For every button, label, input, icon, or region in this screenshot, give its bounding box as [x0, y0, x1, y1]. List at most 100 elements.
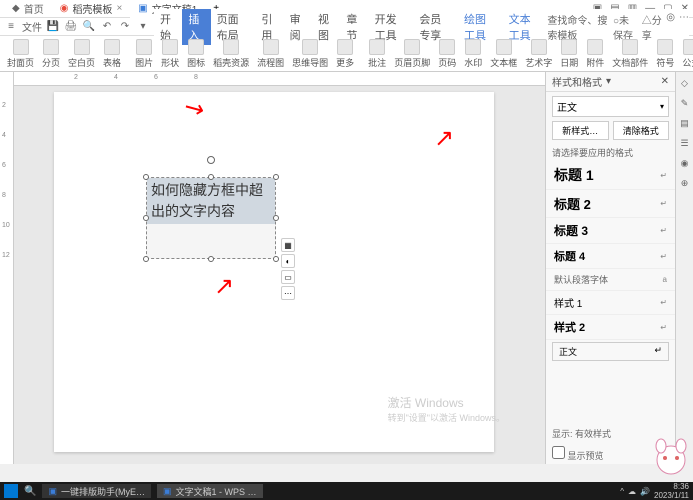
ribbon-cover-label: 封面页	[7, 56, 34, 69]
qat-dropdown[interactable]: ▾	[136, 20, 150, 34]
ribbon-flowchart[interactable]: 流程图	[254, 39, 287, 69]
panel-title: 样式和格式	[552, 74, 602, 89]
ribbon-comment[interactable]: 批注	[365, 39, 389, 69]
side-tab-3[interactable]: ▤	[678, 116, 692, 130]
ribbon-wordart[interactable]: 艺术字	[522, 39, 555, 69]
refresh-icon[interactable]: ↵	[660, 252, 667, 261]
ribbon-docer[interactable]: 稻壳资源	[210, 39, 252, 69]
preview-checkbox[interactable]	[552, 446, 565, 459]
ribbon-pagebreak[interactable]: 分页	[39, 39, 63, 69]
ribbon-textbox[interactable]: 文本框	[487, 39, 520, 69]
task-app2[interactable]: ▣文字文稿1 - WPS …	[157, 484, 263, 498]
side-tab-6[interactable]: ⊕	[678, 176, 692, 190]
tab-home[interactable]: ◆首页	[4, 0, 52, 18]
tab-template[interactable]: ◉稻壳模板×	[52, 0, 131, 18]
side-tab-2[interactable]: ✎	[678, 96, 692, 110]
ribbon-header-label: 页眉页脚	[394, 56, 430, 69]
side-tab-5[interactable]: ◉	[678, 156, 692, 170]
float-tool-outline[interactable]: ▭	[281, 270, 295, 284]
undo-icon[interactable]: ↶	[100, 20, 114, 34]
document-page[interactable]: 如何隐藏方框中超 出的文字内容 ▦ ◐ ▭ ⋯	[54, 92, 494, 452]
ribbon-date[interactable]: 日期	[557, 39, 581, 69]
ribbon-date-label: 日期	[560, 56, 578, 69]
unsaved-indicator[interactable]: ○未保存	[613, 12, 638, 42]
ribbon-mindmap[interactable]: 思维导图	[289, 39, 331, 69]
resize-handle-bm[interactable]	[208, 256, 214, 262]
style-normal-label: 正文	[559, 345, 577, 358]
clear-style-button[interactable]: 清除格式	[613, 121, 670, 140]
refresh-icon[interactable]: ↵	[654, 345, 662, 358]
style-item-s1[interactable]: 样式 1↵	[546, 291, 675, 315]
print-icon[interactable]: 🖨	[64, 20, 78, 34]
ribbon-icons[interactable]: 图标	[184, 39, 208, 69]
tray-icon[interactable]: ☁	[628, 487, 636, 496]
ribbon-watermark[interactable]: 水印	[461, 39, 485, 69]
more-icon[interactable]: ⋯	[679, 12, 689, 42]
resize-handle-tl[interactable]	[143, 174, 149, 180]
close-icon[interactable]: ×	[116, 3, 122, 14]
menu-button[interactable]: ≡	[4, 20, 18, 34]
style-item-h2[interactable]: 标题 2↵	[546, 190, 675, 218]
ribbon-more[interactable]: 更多	[333, 39, 357, 69]
search-hint[interactable]: 查找命令、搜索模板	[547, 12, 609, 42]
ribbon-table[interactable]: 表格	[100, 39, 124, 69]
refresh-icon[interactable]: ↵	[660, 226, 667, 235]
resize-handle-tr[interactable]	[273, 174, 279, 180]
ribbon-shape[interactable]: 形状	[158, 39, 182, 69]
style-item-s2[interactable]: 样式 2↵	[546, 315, 675, 340]
style-normal-row[interactable]: 正文 ↵	[552, 342, 669, 361]
resize-handle-br[interactable]	[273, 256, 279, 262]
ribbon-blank[interactable]: 空白页	[65, 39, 98, 69]
task-app1[interactable]: ▣一键排版助手(MyE…	[42, 484, 151, 498]
panel-close-icon[interactable]: ✕	[661, 76, 669, 87]
ribbon-attach[interactable]: 附件	[583, 39, 607, 69]
resize-handle-tm[interactable]	[208, 174, 214, 180]
ribbon-symbol[interactable]: 符号	[653, 39, 677, 69]
search-icon[interactable]: 🔍	[24, 486, 36, 497]
float-tool-fill[interactable]: ◐	[281, 254, 295, 268]
clock-date[interactable]: 2023/1/11	[654, 491, 689, 500]
float-tool-layout[interactable]: ▦	[281, 238, 295, 252]
style-item-h4[interactable]: 标题 4↵	[546, 244, 675, 269]
resize-handle-mr[interactable]	[273, 215, 279, 221]
side-tab-1[interactable]: ◇	[678, 76, 692, 90]
refresh-icon[interactable]: ↵	[660, 199, 667, 208]
textbox-content[interactable]: 如何隐藏方框中超 出的文字内容	[147, 178, 275, 224]
ribbon-image[interactable]: 图片	[132, 39, 156, 69]
ribbon-pagenum[interactable]: 页码	[435, 39, 459, 69]
ribbon-header[interactable]: 页眉页脚	[391, 39, 433, 69]
side-tab-4[interactable]: ☰	[678, 136, 692, 150]
resize-handle-bl[interactable]	[143, 256, 149, 262]
ribbon-cover[interactable]: 封面页	[4, 39, 37, 69]
style-item-h1[interactable]: 标题 1↵	[546, 161, 675, 190]
settings-icon[interactable]: ◎	[666, 12, 675, 42]
share-button[interactable]: △分享	[642, 12, 663, 42]
textbox[interactable]: 如何隐藏方框中超 出的文字内容 ▦ ◐ ▭ ⋯	[146, 177, 276, 259]
redo-icon[interactable]: ↷	[118, 20, 132, 34]
new-style-button[interactable]: 新样式…	[552, 121, 609, 140]
refresh-icon[interactable]: a	[663, 275, 667, 284]
style-h3-label: 标题 3	[554, 222, 588, 239]
preview-icon[interactable]: 🔍	[82, 20, 96, 34]
ribbon-formula-label: 公式	[682, 56, 693, 69]
style-dropdown[interactable]: 正文 ▾	[552, 96, 669, 117]
refresh-icon[interactable]: ↵	[660, 171, 667, 180]
style-item-default[interactable]: 默认段落字体a	[546, 269, 675, 291]
resize-handle-ml[interactable]	[143, 215, 149, 221]
canvas[interactable]: 24 68 如何隐藏方框中超 出的文字内容 ▦ ◐	[14, 72, 545, 464]
tab-template-label: 稻壳模板	[72, 1, 112, 16]
rotate-handle[interactable]	[207, 156, 215, 164]
file-label[interactable]: 文件	[22, 20, 42, 34]
ribbon-formula[interactable]: 公式	[679, 39, 693, 69]
float-tool-more[interactable]: ⋯	[281, 286, 295, 300]
ribbon-parts[interactable]: 文档部件	[609, 39, 651, 69]
refresh-icon[interactable]: ↵	[660, 323, 667, 332]
start-button[interactable]	[4, 484, 18, 498]
panel-buttons: 新样式… 清除格式	[546, 121, 675, 144]
tray-icon[interactable]: 🔊	[640, 487, 650, 496]
style-item-h3[interactable]: 标题 3 ↵	[546, 218, 675, 244]
clock-time[interactable]: 8:36	[654, 482, 689, 491]
refresh-icon[interactable]: ↵	[660, 298, 667, 307]
tray-icon[interactable]: ^	[620, 487, 624, 496]
save-icon[interactable]: 💾	[46, 20, 60, 34]
